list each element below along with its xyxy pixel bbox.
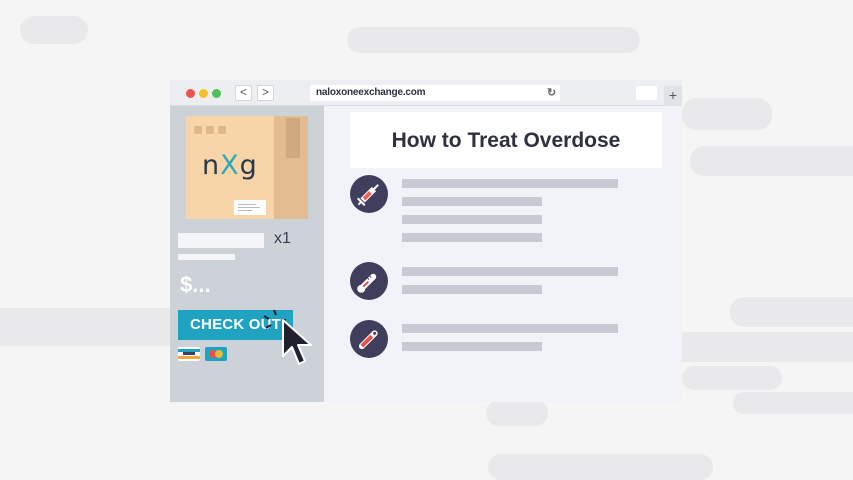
ampule-icon bbox=[350, 320, 388, 358]
mouse-cursor-icon bbox=[282, 319, 312, 365]
text-line-placeholder bbox=[402, 215, 542, 224]
price-label: $... bbox=[180, 272, 211, 297]
background-cloud bbox=[488, 454, 713, 480]
minimize-window-dot[interactable] bbox=[199, 89, 208, 98]
box-mark bbox=[206, 126, 214, 134]
logo-letter: X bbox=[220, 150, 240, 181]
text-line-placeholder bbox=[402, 324, 618, 333]
background-cloud bbox=[730, 297, 853, 327]
background-cloud bbox=[733, 392, 853, 414]
thermometer-icon bbox=[350, 262, 388, 300]
product-name-placeholder bbox=[178, 233, 264, 248]
logo-letter: n bbox=[202, 150, 221, 181]
browser-window: < > naloxoneexchange.com ↻ + nXg x1 $...… bbox=[170, 80, 682, 402]
text-line-placeholder bbox=[402, 179, 618, 188]
text-line-placeholder bbox=[402, 197, 542, 206]
text-line-placeholder bbox=[402, 233, 542, 242]
syringe-icon bbox=[350, 175, 388, 213]
background-cloud bbox=[690, 146, 853, 176]
logo-letter: g bbox=[239, 150, 258, 181]
box-mark bbox=[218, 126, 226, 134]
box-mark bbox=[194, 126, 202, 134]
tab-placeholder[interactable] bbox=[636, 86, 657, 100]
background-cloud bbox=[486, 400, 548, 426]
heading-card: How to Treat Overdose bbox=[350, 112, 662, 168]
text-line-placeholder bbox=[402, 342, 542, 351]
close-window-dot[interactable] bbox=[186, 89, 195, 98]
box-flap-shadow bbox=[286, 118, 300, 158]
maximize-window-dot[interactable] bbox=[212, 89, 221, 98]
mastercard-icon bbox=[205, 347, 227, 361]
background-cloud bbox=[20, 16, 88, 44]
new-tab-button[interactable]: + bbox=[664, 86, 682, 106]
background-cloud bbox=[682, 98, 772, 130]
reload-icon[interactable]: ↻ bbox=[547, 85, 556, 101]
forward-button[interactable]: > bbox=[257, 85, 274, 101]
back-button[interactable]: < bbox=[235, 85, 252, 101]
product-logo: nXg bbox=[202, 150, 258, 181]
content-panel: How to Treat Overdose bbox=[324, 106, 682, 402]
quantity-label: x1 bbox=[274, 230, 291, 247]
browser-titlebar: < > naloxoneexchange.com ↻ + bbox=[170, 80, 682, 106]
product-box-image: nXg bbox=[186, 116, 308, 219]
background-cloud bbox=[682, 366, 782, 390]
box-label bbox=[234, 200, 266, 215]
page-title: How to Treat Overdose bbox=[391, 129, 621, 152]
visa-card-icon bbox=[178, 347, 200, 361]
product-subtitle-placeholder bbox=[178, 254, 235, 260]
background-cloud bbox=[682, 332, 853, 362]
background-cloud bbox=[347, 27, 640, 53]
text-line-placeholder bbox=[402, 267, 618, 276]
background-cloud bbox=[0, 308, 172, 346]
address-bar[interactable]: naloxoneexchange.com ↻ bbox=[310, 85, 560, 101]
url-text: naloxoneexchange.com bbox=[316, 87, 426, 98]
text-line-placeholder bbox=[402, 285, 542, 294]
